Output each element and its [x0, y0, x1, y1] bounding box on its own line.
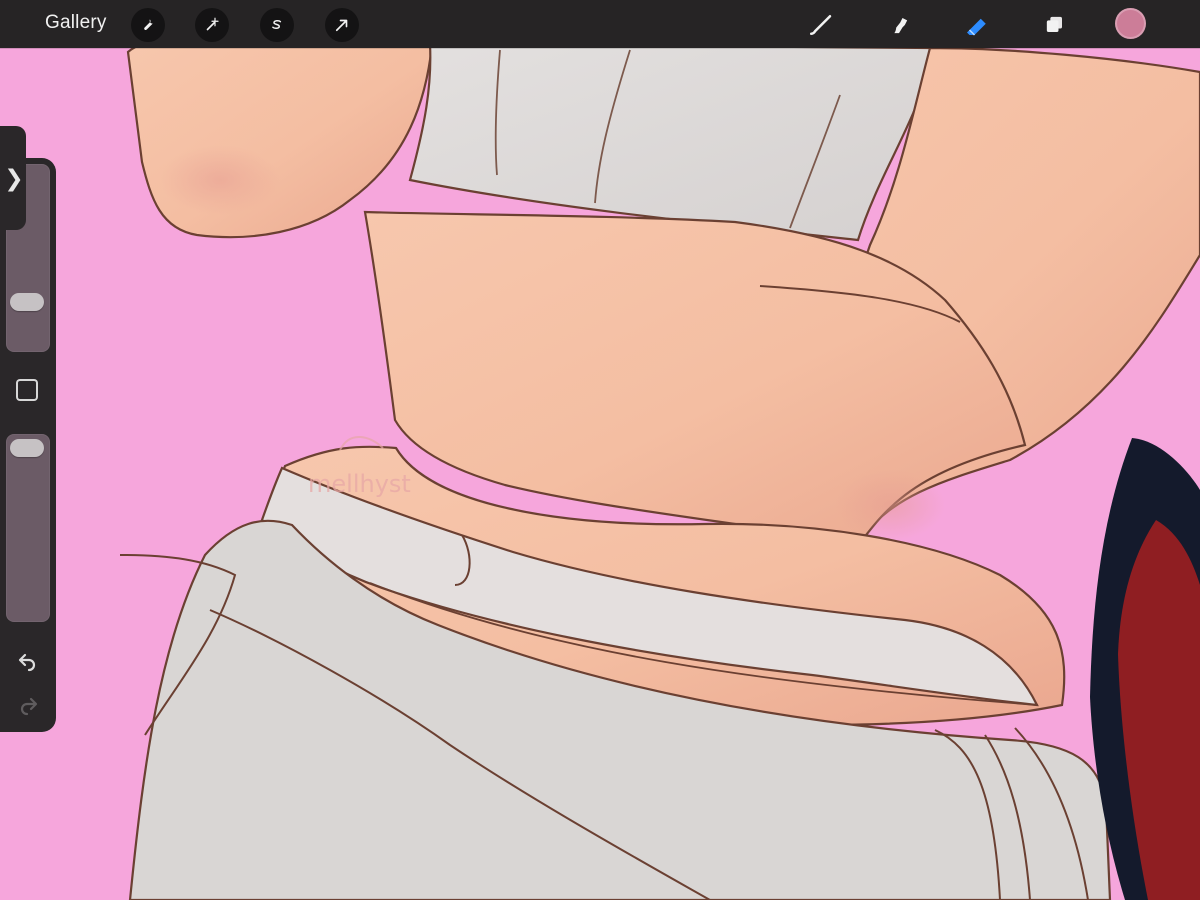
chevron-right-icon: ❯	[4, 164, 24, 191]
redo-button[interactable]	[13, 689, 43, 719]
brush-button[interactable]	[803, 8, 837, 42]
layers-button[interactable]	[1038, 8, 1072, 42]
undo-icon	[18, 653, 36, 672]
transform-arrow-icon	[335, 19, 348, 32]
adjustments-button[interactable]	[195, 8, 229, 42]
signature-text: mellhyst	[308, 470, 411, 498]
arm-blush	[160, 145, 280, 215]
gallery-button[interactable]: Gallery	[45, 12, 107, 34]
arm-shadow	[835, 469, 945, 541]
eraser-icon	[967, 18, 986, 36]
sidebar-toggle[interactable]: ❯	[0, 126, 26, 230]
brush-icon	[810, 15, 832, 35]
top-toolbar: Gallery	[0, 0, 1200, 48]
opacity-thumb[interactable]	[10, 439, 44, 457]
drawing-canvas[interactable]: mellhyst	[0, 0, 1200, 900]
redo-icon	[20, 697, 38, 716]
selection-icon	[272, 19, 282, 29]
magic-wand-icon	[206, 17, 219, 31]
left-sidebar	[0, 158, 56, 732]
color-swatch[interactable]	[1115, 8, 1146, 39]
smudge-button[interactable]	[882, 8, 916, 42]
brush-size-thumb[interactable]	[10, 293, 44, 311]
canvas-art[interactable]: mellhyst	[0, 0, 1200, 900]
smudge-icon	[894, 18, 908, 34]
opacity-slider[interactable]	[6, 434, 50, 622]
eraser-button[interactable]	[960, 8, 994, 42]
actions-button[interactable]	[131, 8, 165, 42]
wrench-icon	[144, 19, 153, 31]
selection-button[interactable]	[260, 8, 294, 42]
modifier-square-icon[interactable]	[16, 379, 38, 401]
undo-button[interactable]	[13, 645, 43, 675]
layers-icon	[1046, 16, 1062, 32]
transform-button[interactable]	[325, 8, 359, 42]
procreate-app: mellhyst Gallery ❯	[0, 0, 1200, 900]
